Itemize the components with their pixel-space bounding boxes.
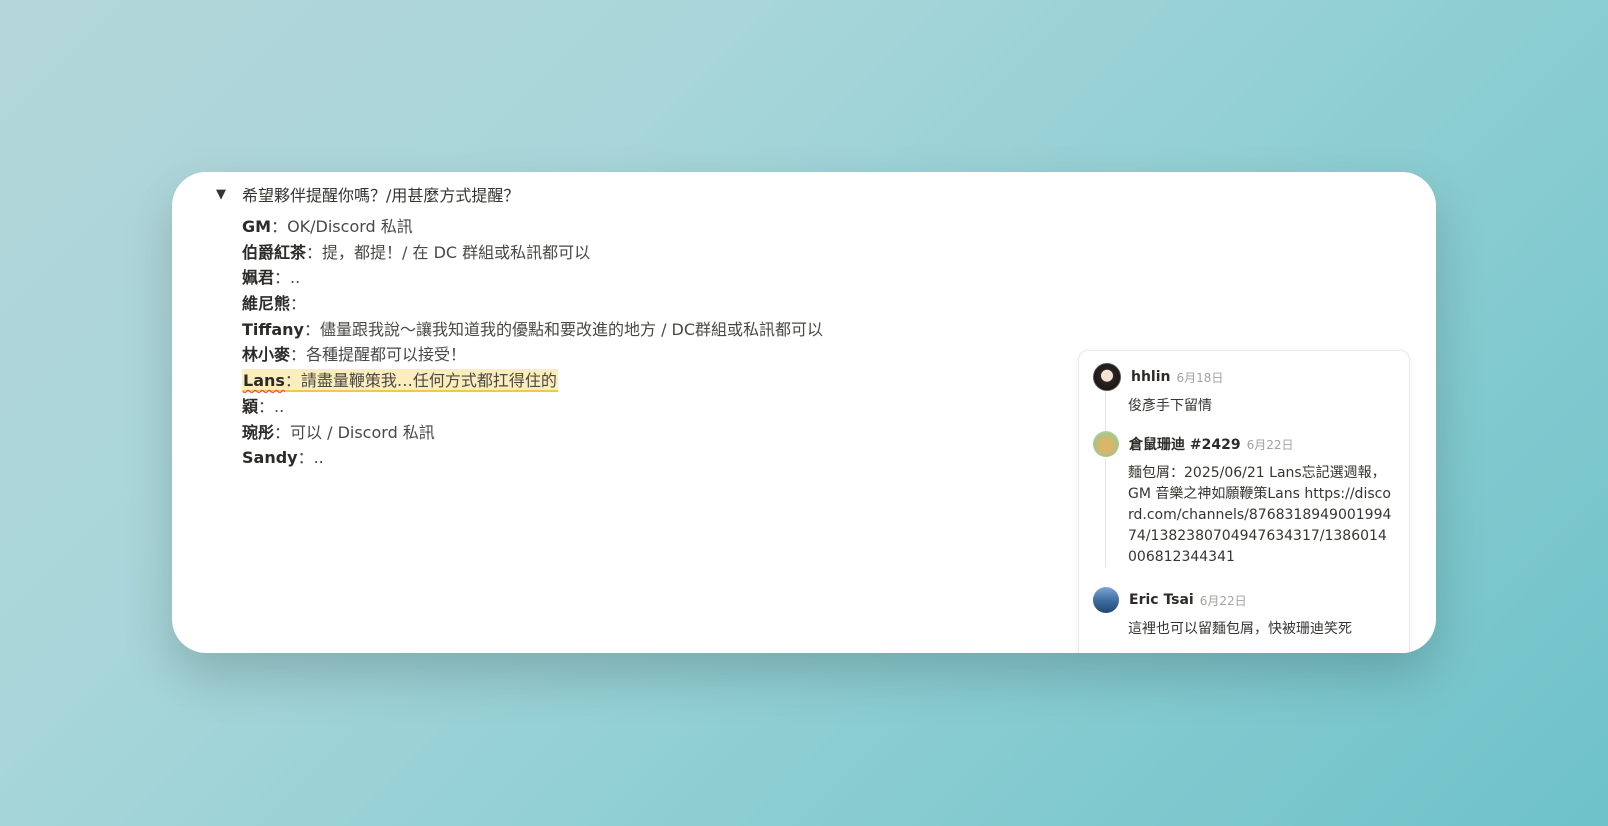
response-line[interactable]: 琬彤：可以 / Discord 私訊: [242, 420, 823, 446]
response-name: 穎: [242, 396, 259, 416]
comment-author[interactable]: hhlin: [1131, 369, 1171, 385]
comment-time: 6月18日: [1176, 370, 1224, 385]
response-list: GM：OK/Discord 私訊 伯爵紅茶：提，都提！/ 在 DC 群組或私訊都…: [242, 214, 823, 471]
response-text: ：..: [297, 448, 324, 468]
response-name: 姵君: [242, 268, 275, 288]
comment-time: 6月22日: [1246, 437, 1294, 452]
comment-body: 這裡也可以留麵包屑，快被珊迪笑死: [1128, 621, 1352, 637]
comment[interactable]: 倉鼠珊迪 #2429 6月22日 麵包屑：2025/06/21 Lans忘記選週…: [1093, 431, 1393, 568]
page-card: ▼ 希望夥伴提醒你嗎？/用甚麼方式提醒？ GM：OK/Discord 私訊 伯爵…: [172, 172, 1436, 653]
response-text: ：: [290, 294, 307, 314]
toggle-block[interactable]: ▼ 希望夥伴提醒你嗎？/用甚麼方式提醒？: [216, 180, 519, 208]
response-line[interactable]: 伯爵紅茶：提，都提！/ 在 DC 群組或私訊都可以: [242, 240, 823, 266]
comment-body: 麵包屑：2025/06/21 Lans忘記選週報，GM 音樂之神如願鞭策Lans…: [1128, 465, 1392, 565]
response-line-commented[interactable]: Lans：請盡量鞭策我…任何方式都扛得住的: [242, 368, 823, 394]
response-line[interactable]: 穎：..: [242, 394, 823, 420]
response-text: ：可以 / Discord 私訊: [274, 422, 435, 442]
response-text: ：提，都提！/ 在 DC 群組或私訊都可以: [306, 242, 591, 262]
response-line[interactable]: Tiffany：儘量跟我說～讓我知道我的優點和要改進的地方 / DC群組或私訊都…: [242, 317, 823, 343]
toggle-title: 希望夥伴提醒你嗎？/用甚麼方式提醒？: [242, 186, 520, 205]
response-name: 琬彤: [242, 422, 275, 442]
response-name: 林小麥: [242, 345, 291, 365]
response-line[interactable]: GM：OK/Discord 私訊: [242, 214, 823, 240]
response-text: ：請盡量鞭策我…任何方式都扛得住的: [284, 371, 557, 391]
comment-time: 6月22日: [1199, 593, 1247, 608]
response-text: ：儘量跟我說～讓我知道我的優點和要改進的地方 / DC群組或私訊都可以: [303, 319, 824, 339]
response-line[interactable]: 姵君：..: [242, 265, 823, 291]
comment[interactable]: Eric Tsai 6月22日 這裡也可以留麵包屑，快被珊迪笑死: [1093, 587, 1393, 640]
response-line[interactable]: Sandy：..: [242, 445, 823, 471]
response-name: Tiffany: [242, 319, 304, 339]
comment-highlight[interactable]: Lans：請盡量鞭策我…任何方式都扛得住的: [242, 369, 558, 393]
response-text: ：OK/Discord 私訊: [271, 217, 413, 236]
response-name: GM: [242, 217, 272, 236]
response-name: Lans: [243, 371, 285, 391]
response-text: ：各種提醒都可以接受！: [290, 345, 467, 365]
avatar[interactable]: [1093, 587, 1119, 613]
comment-thread-panel[interactable]: hhlin 6月18日 俊彥手下留情 倉鼠珊迪 #2429 6月22日 麵包屑：…: [1078, 350, 1410, 653]
response-name: 伯爵紅茶: [242, 242, 307, 262]
response-line[interactable]: 林小麥：各種提醒都可以接受！: [242, 342, 823, 368]
response-text: ：..: [274, 268, 301, 288]
comment-body: 俊彥手下留情: [1128, 398, 1212, 414]
response-text: ：..: [258, 396, 285, 416]
avatar[interactable]: [1093, 363, 1121, 391]
comment-author[interactable]: Eric Tsai: [1129, 592, 1194, 608]
triangle-down-icon[interactable]: ▼: [216, 187, 236, 202]
response-name: Sandy: [242, 448, 298, 468]
response-line[interactable]: 維尼熊：: [242, 291, 823, 317]
response-name: 維尼熊: [242, 294, 291, 314]
avatar[interactable]: [1093, 431, 1119, 457]
comment[interactable]: hhlin 6月18日 俊彥手下留情: [1093, 363, 1393, 417]
comment-author[interactable]: 倉鼠珊迪 #2429: [1129, 434, 1241, 454]
